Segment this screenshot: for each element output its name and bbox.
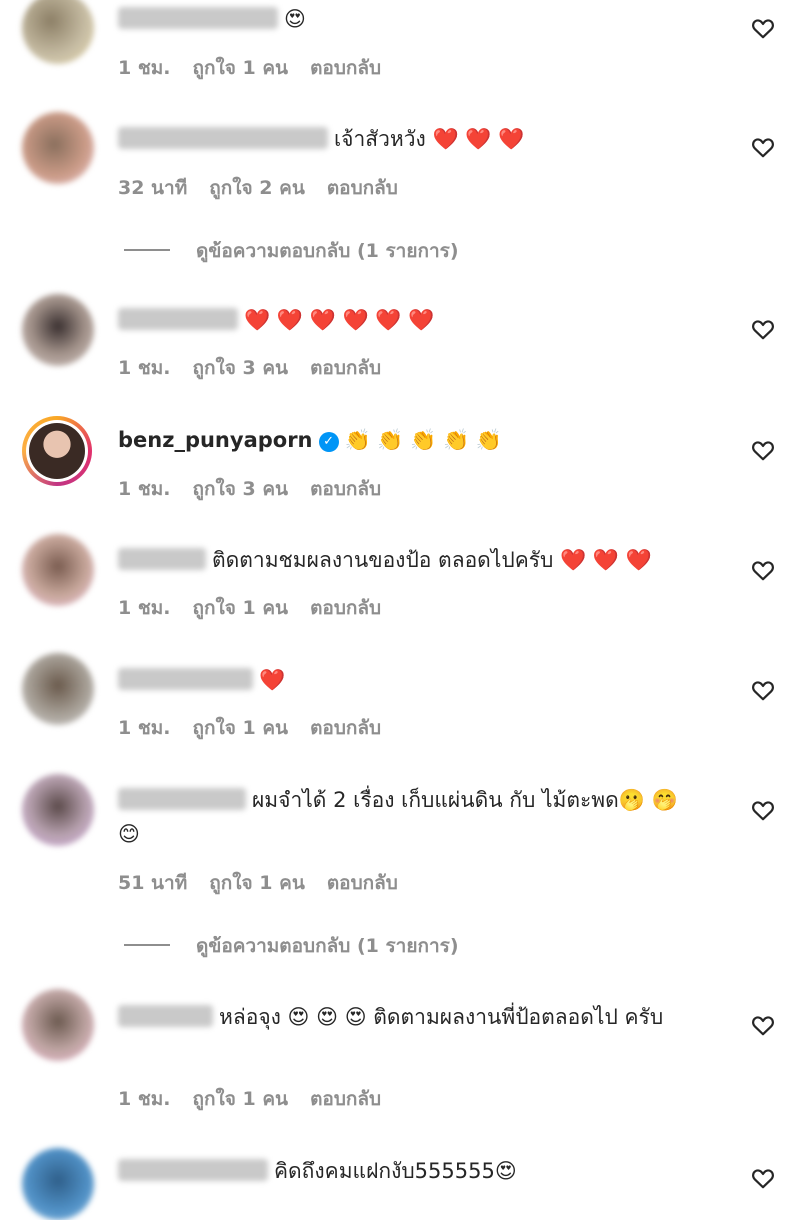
heart-outline-icon[interactable] — [750, 557, 776, 583]
view-replies-button[interactable]: ดูข้อความตอบกลับ (1 รายการ) — [124, 236, 459, 266]
like-count[interactable]: ถูกใจ 1 คน — [192, 57, 288, 79]
reply-button[interactable]: ตอบกลับ — [310, 597, 381, 619]
username-blurred[interactable] — [118, 127, 328, 149]
view-replies-button[interactable]: ดูข้อความตอบกลับ (1 รายการ) — [124, 931, 459, 961]
replies-divider — [124, 944, 170, 946]
comment-time: 32 นาที — [118, 177, 188, 199]
avatar[interactable] — [22, 774, 94, 846]
comment-text: 👏 👏 👏 👏 👏 — [344, 428, 502, 452]
avatar[interactable] — [22, 989, 94, 1061]
username-blurred[interactable] — [118, 788, 246, 810]
view-replies-label: ดูข้อความตอบกลับ (1 รายการ) — [196, 935, 459, 957]
username-blurred[interactable] — [118, 1005, 213, 1027]
reply-button[interactable]: ตอบกลับ — [310, 357, 381, 379]
like-count[interactable]: ถูกใจ 1 คน — [192, 1088, 288, 1110]
username-blurred[interactable] — [118, 1159, 268, 1181]
reply-button[interactable]: ตอบกลับ — [310, 1088, 381, 1110]
username-blurred[interactable] — [118, 668, 253, 690]
username-blurred[interactable] — [118, 308, 238, 330]
avatar[interactable] — [22, 1148, 94, 1220]
comment-time: 1 ชม. — [118, 57, 171, 79]
like-count[interactable]: ถูกใจ 3 คน — [192, 357, 288, 379]
like-count[interactable]: ถูกใจ 2 คน — [209, 177, 305, 199]
username-blurred[interactable] — [118, 7, 278, 29]
reply-button[interactable]: ตอบกลับ — [327, 872, 398, 894]
comment-text: เจ้าสัวหวัง ❤️ ❤️ ❤️ — [334, 127, 525, 151]
like-count[interactable]: ถูกใจ 3 คน — [192, 478, 288, 500]
reply-button[interactable]: ตอบกลับ — [327, 177, 398, 199]
heart-outline-icon[interactable] — [750, 1012, 776, 1038]
reply-button[interactable]: ตอบกลับ — [310, 478, 381, 500]
heart-outline-icon[interactable] — [750, 437, 776, 463]
comment-time: 1 ชม. — [118, 717, 171, 739]
verified-badge-icon: ✓ — [318, 432, 339, 452]
avatar[interactable] — [22, 112, 94, 184]
avatar[interactable] — [22, 653, 94, 725]
comment-text: คิดถึงคมแฝกงับ555555😍 — [274, 1159, 517, 1183]
comment-time: 1 ชม. — [118, 1088, 171, 1110]
comment-text: 😍 — [284, 7, 306, 31]
reply-button[interactable]: ตอบกลับ — [310, 717, 381, 739]
like-count[interactable]: ถูกใจ 1 คน — [192, 717, 288, 739]
comment-text: ❤️ ❤️ ❤️ ❤️ ❤️ ❤️ — [244, 308, 435, 332]
avatar[interactable] — [22, 534, 94, 606]
heart-outline-icon[interactable] — [750, 1165, 776, 1191]
avatar[interactable] — [22, 0, 94, 64]
avatar[interactable] — [22, 416, 92, 486]
comment-time: 1 ชม. — [118, 597, 171, 619]
comment-text: ❤️ — [259, 668, 286, 692]
comment-time: 51 นาที — [118, 872, 188, 894]
heart-outline-icon[interactable] — [750, 15, 776, 41]
comment-time: 1 ชม. — [118, 357, 171, 379]
comment-text: หล่อจุง 😍 😍 😍 ติดตามผลงานพี่ป้อตลอดไป คร… — [219, 1005, 664, 1029]
comment-time: 1 ชม. — [118, 478, 171, 500]
comment-text: ติดตามชมผลงานของป้อ ตลอดไปครับ ❤️ ❤️ ❤️ — [212, 548, 652, 572]
username-blurred[interactable] — [118, 548, 206, 570]
view-replies-label: ดูข้อความตอบกลับ (1 รายการ) — [196, 240, 459, 262]
username[interactable]: benz_punyaporn — [118, 428, 313, 452]
replies-divider — [124, 249, 170, 251]
heart-outline-icon[interactable] — [750, 677, 776, 703]
like-count[interactable]: ถูกใจ 1 คน — [192, 597, 288, 619]
like-count[interactable]: ถูกใจ 1 คน — [209, 872, 305, 894]
heart-outline-icon[interactable] — [750, 134, 776, 160]
heart-outline-icon[interactable] — [750, 316, 776, 342]
heart-outline-icon[interactable] — [750, 797, 776, 823]
reply-button[interactable]: ตอบกลับ — [310, 57, 381, 79]
avatar[interactable] — [22, 294, 94, 366]
